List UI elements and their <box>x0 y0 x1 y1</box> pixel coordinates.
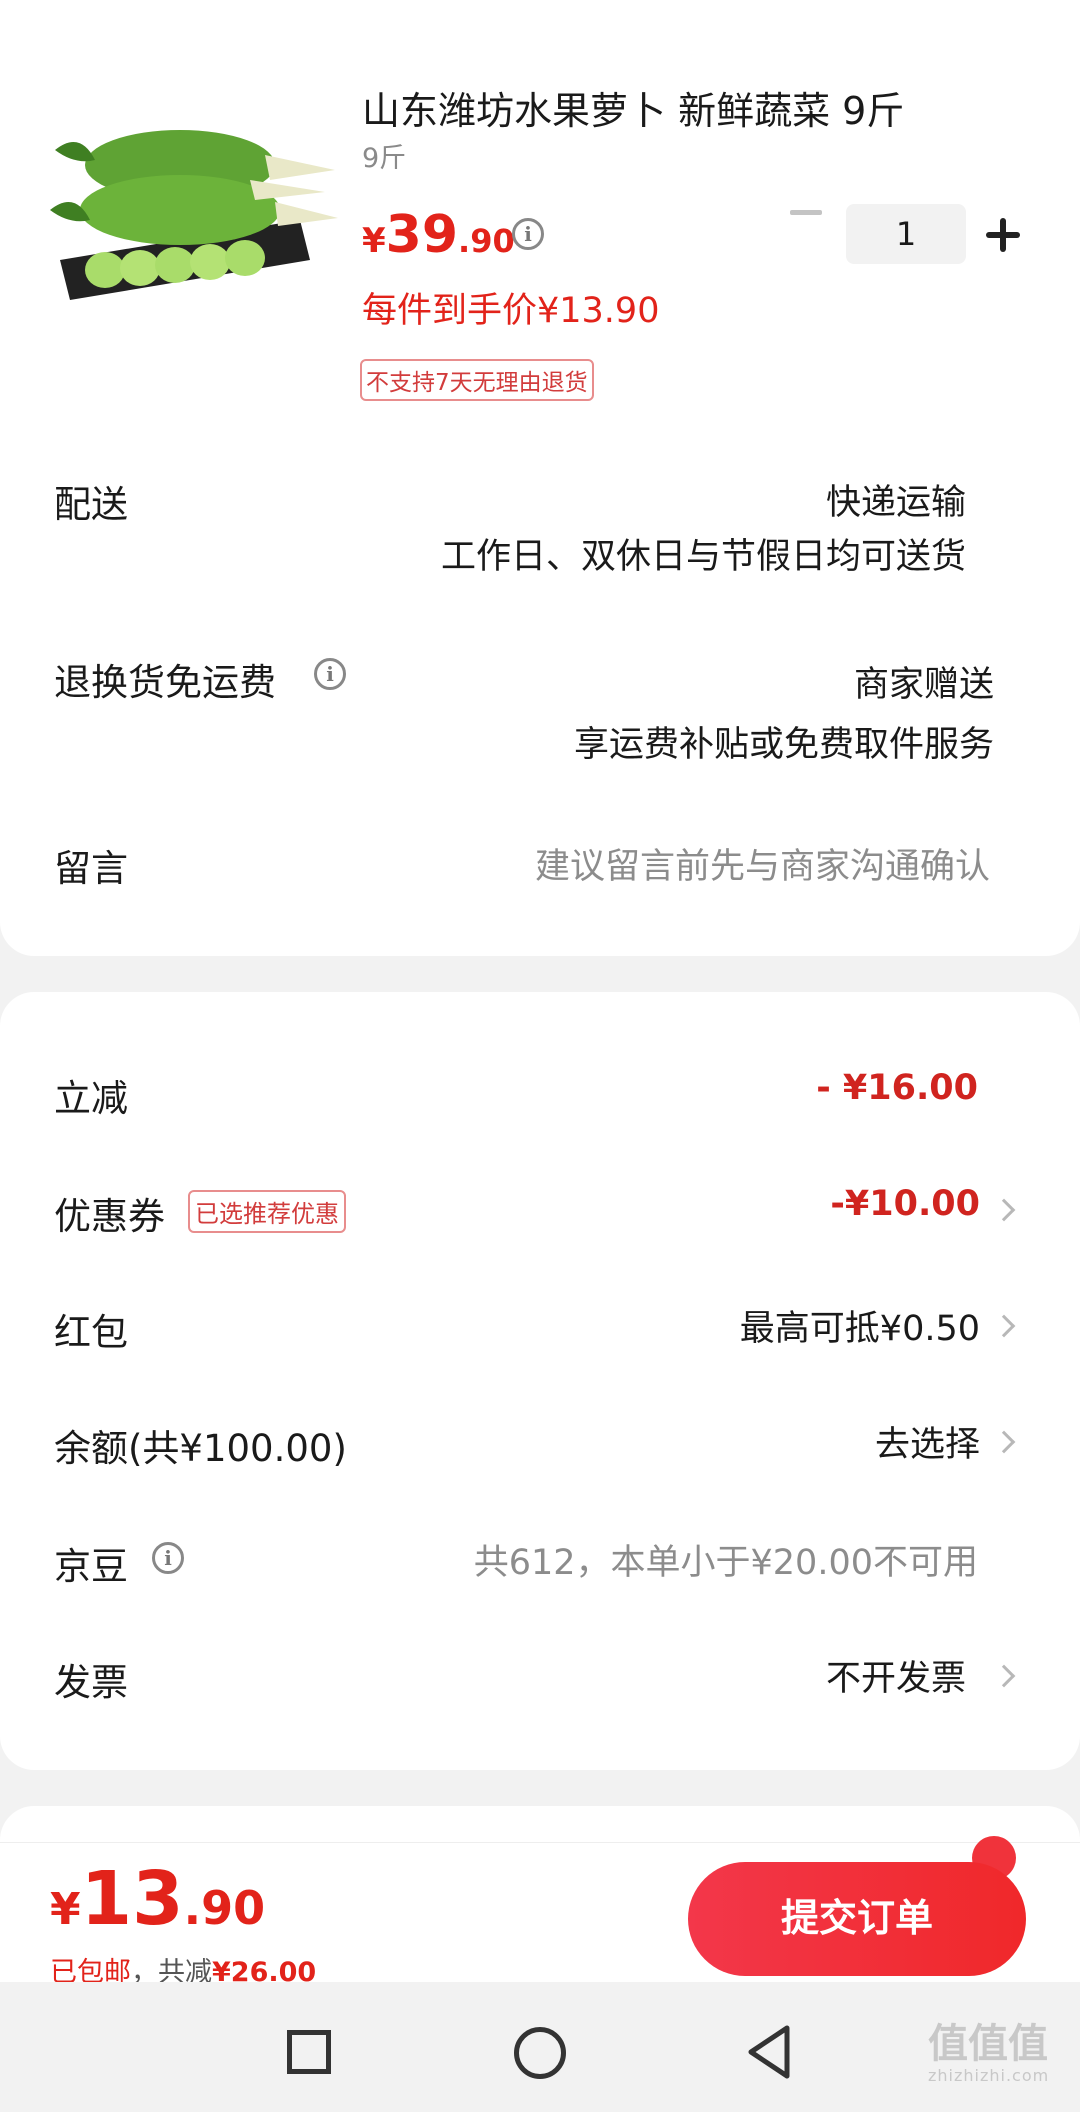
back-icon[interactable] <box>745 2024 793 2080</box>
note-input[interactable]: 建议留言前先与商家沟通确认 <box>535 838 990 889</box>
invoice-label: 发票 <box>54 1661 128 1704</box>
delivery-label: 配送 <box>54 483 128 526</box>
plus-icon[interactable] <box>986 218 1020 252</box>
total-integer: 13 <box>80 1856 184 1942</box>
total-price: ¥13.90 <box>50 1856 265 1942</box>
note-label: 留言 <box>54 847 128 890</box>
total-symbol: ¥ <box>50 1884 81 1935</box>
info-icon[interactable]: i <box>152 1542 184 1574</box>
return-shipping-detail: 享运费补贴或免费取件服务 <box>573 725 994 765</box>
minus-icon[interactable] <box>790 210 822 215</box>
instant-discount-label: 立减 <box>54 1077 128 1120</box>
price-decimal: .90 <box>458 222 515 260</box>
watermark-logo: 值值值 <box>928 2021 1048 2067</box>
info-icon[interactable]: i <box>314 658 346 690</box>
product-spec: 9斤 <box>362 143 407 174</box>
coupon-badge: 已选推荐优惠 <box>188 1190 346 1233</box>
price-integer: 39 <box>385 205 459 265</box>
watermark-url: zhizhizhi.com <box>928 2066 1050 2085</box>
quantity-input[interactable]: 1 <box>846 204 966 264</box>
total-decimal: .90 <box>183 1881 266 1935</box>
product-price: ¥39.90 <box>362 205 515 265</box>
delivery-detail: 工作日、双休日与节假日均可送货 <box>440 537 966 577</box>
coupon-label: 优惠券 <box>54 1195 165 1238</box>
delivery-value: 快递运输 <box>825 483 966 523</box>
price-symbol: ¥ <box>362 221 386 261</box>
balance-value[interactable]: 去选择 <box>875 1416 980 1467</box>
submit-order-button[interactable]: 提交订单 <box>688 1862 1026 1976</box>
product-card: 山东潍坊水果萝卜 新鲜蔬菜 9斤 9斤 ¥39.90 i 每件到手价¥13.90… <box>0 0 1080 956</box>
info-icon[interactable]: i <box>512 218 544 250</box>
home-icon[interactable] <box>514 2027 566 2079</box>
red-packet-label: 红包 <box>54 1311 128 1354</box>
jingdou-label: 京豆 <box>54 1545 128 1588</box>
product-title: 山东潍坊水果萝卜 新鲜蔬菜 9斤 <box>362 89 905 133</box>
balance-label: 余额(共¥100.00) <box>54 1427 347 1470</box>
red-packet-value[interactable]: 最高可抵¥0.50 <box>740 1300 980 1351</box>
return-shipping-label: 退换货免运费 <box>54 661 276 704</box>
return-shipping-value: 商家赠送 <box>853 665 994 705</box>
watermark: 值值值 zhizhizhi.com <box>928 2022 1049 2085</box>
jingdou-value: 共612，本单小于¥20.00不可用 <box>473 1543 978 1583</box>
recents-icon[interactable] <box>287 2030 331 2074</box>
no-return-badge: 不支持7天无理由退货 <box>360 359 594 401</box>
instant-discount-value: - ¥16.00 <box>816 1068 978 1108</box>
invoice-value[interactable]: 不开发票 <box>826 1650 966 1701</box>
product-thumbnail[interactable] <box>50 110 340 310</box>
coupon-value[interactable]: -¥10.00 <box>830 1184 980 1224</box>
per-item-price: 每件到手价¥13.90 <box>362 291 660 331</box>
